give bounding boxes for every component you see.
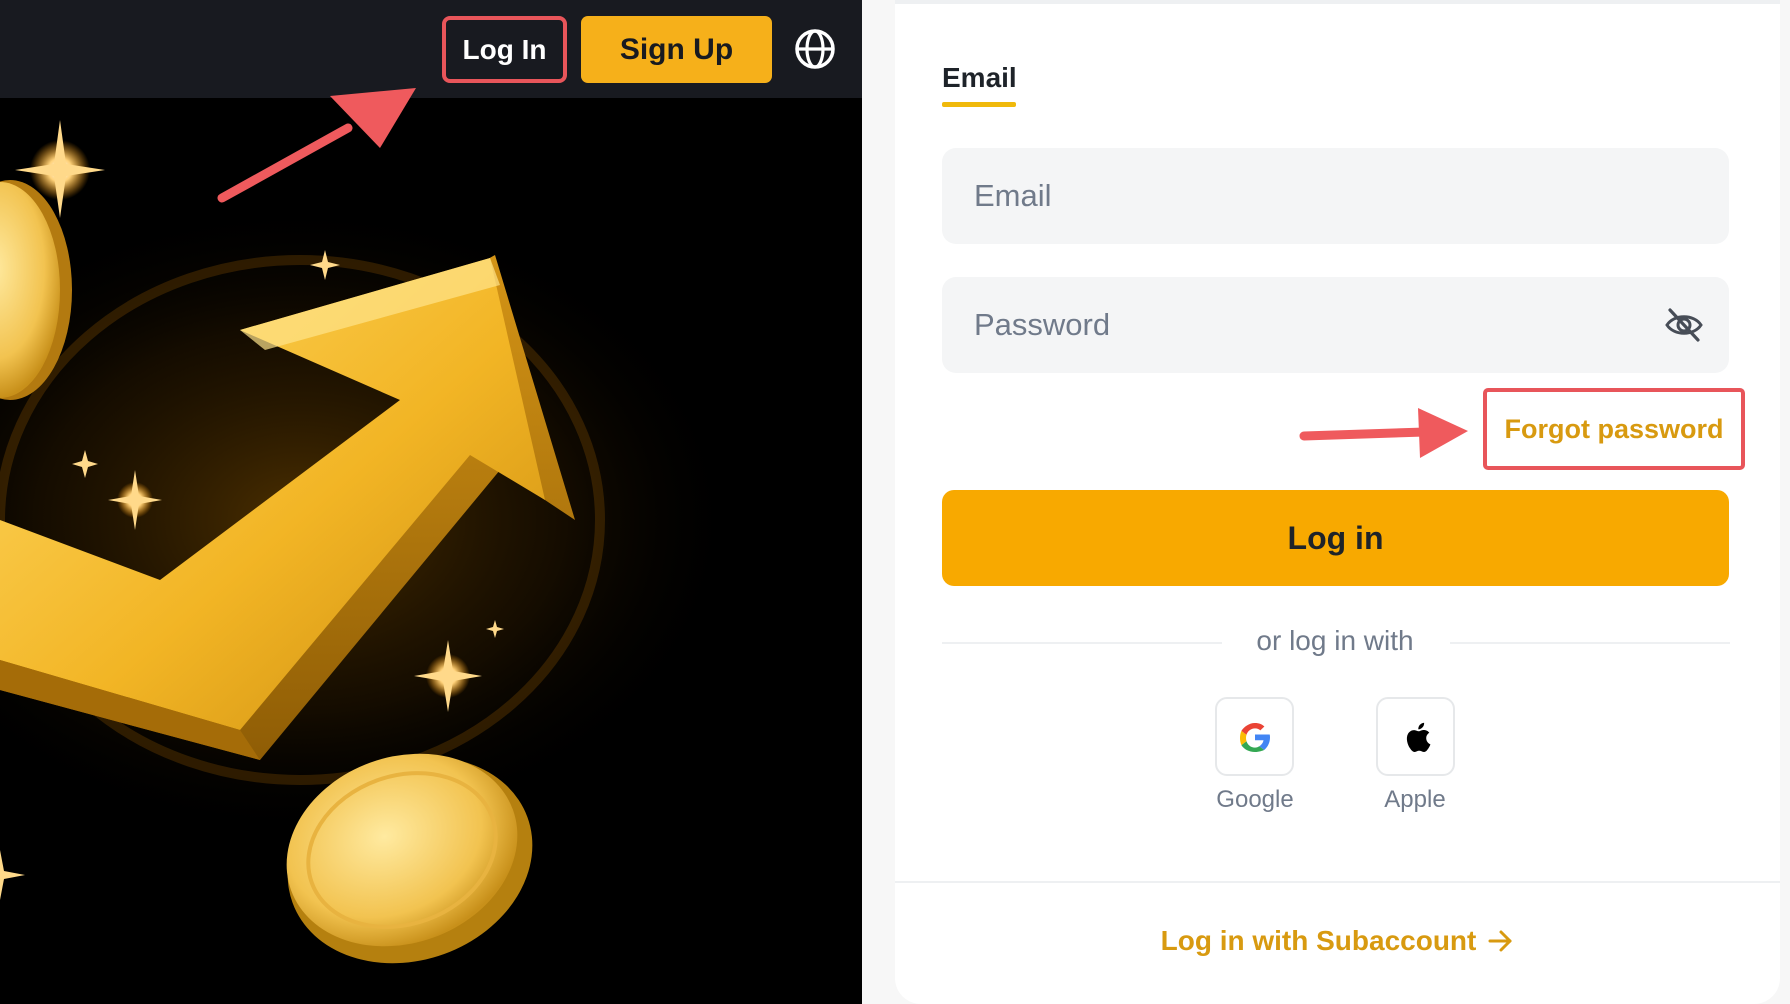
tab-active-indicator bbox=[942, 102, 1016, 107]
divider bbox=[895, 0, 1780, 4]
google-login-button[interactable] bbox=[1215, 697, 1294, 776]
header-signup-button[interactable]: Sign Up bbox=[581, 16, 772, 83]
forgot-password-link[interactable]: Forgot password bbox=[1483, 388, 1745, 470]
hero-illustration bbox=[0, 120, 740, 964]
arrow-right-icon bbox=[1488, 930, 1512, 952]
google-label: Google bbox=[1216, 786, 1294, 813]
sparkle-icon bbox=[0, 850, 25, 900]
divider bbox=[942, 642, 1222, 644]
apple-login-button[interactable] bbox=[1376, 697, 1455, 776]
header-login-button[interactable]: Log In bbox=[442, 16, 567, 83]
tab-email[interactable]: Email bbox=[942, 62, 1017, 94]
apple-label: Apple bbox=[1384, 786, 1446, 813]
email-field[interactable] bbox=[942, 148, 1729, 244]
divider bbox=[1450, 642, 1730, 644]
login-card: Email Forgot password Log in or log in w… bbox=[895, 0, 1780, 1004]
page: Log In Sign Up Email Email Forgot passwo… bbox=[0, 0, 1790, 1004]
divider bbox=[895, 881, 1780, 883]
subaccount-login-label: Log in with Subaccount bbox=[1160, 925, 1477, 956]
apple-icon bbox=[1406, 722, 1430, 752]
globe-icon[interactable] bbox=[793, 27, 837, 71]
password-field[interactable] bbox=[942, 277, 1729, 373]
top-nav-bar: Log In Sign Up bbox=[0, 0, 862, 98]
login-submit-button[interactable]: Log in bbox=[942, 490, 1729, 586]
eye-off-icon[interactable] bbox=[1664, 306, 1704, 344]
alt-login-text: or log in with bbox=[1256, 625, 1414, 656]
subaccount-login-link[interactable]: Log in with Subaccount bbox=[895, 925, 1780, 957]
hero-panel: Log In Sign Up bbox=[0, 0, 862, 1004]
google-icon bbox=[1239, 722, 1270, 752]
